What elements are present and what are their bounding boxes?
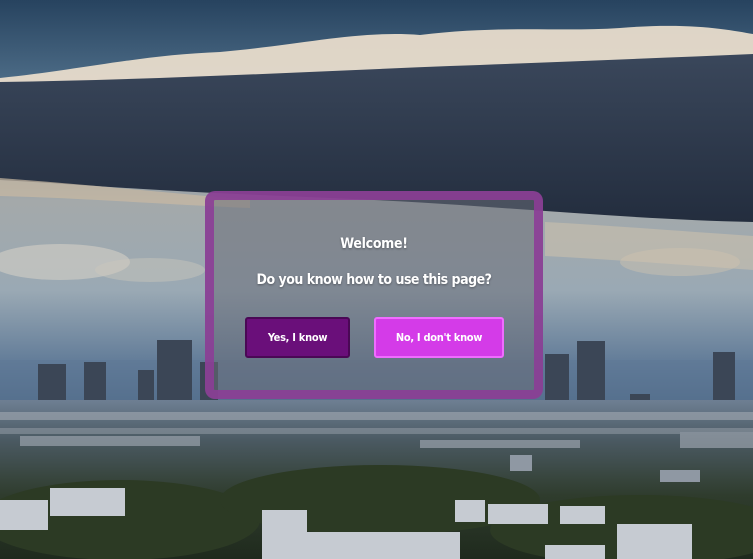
dialog-title: Welcome! [340,236,408,252]
no-i-dont-know-button[interactable]: No, I don't know [374,317,504,358]
yes-i-know-button[interactable]: Yes, I know [245,317,350,358]
dialog-question: Do you know how to use this page? [256,272,492,288]
welcome-dialog: Welcome! Do you know how to use this pag… [205,191,543,399]
